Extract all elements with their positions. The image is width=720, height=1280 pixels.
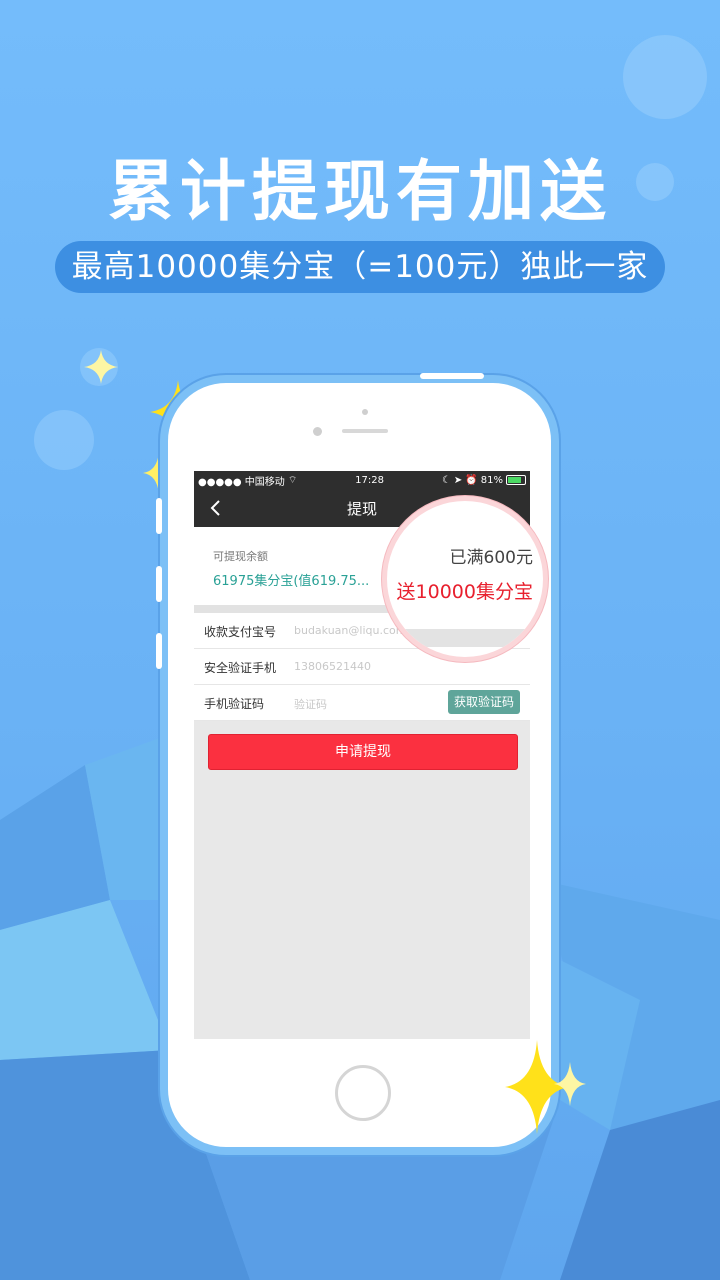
phone-mockup: ●●●●● 中国移动 ⌔ 17:28 ☾ ➤ ⏰ 81% 提现 可提现余额 61… <box>156 373 551 1147</box>
front-sensor <box>362 409 368 415</box>
sms-code-input[interactable]: 验证码 <box>294 696 327 712</box>
sms-code-row[interactable]: 手机验证码 验证码 获取验证码 <box>194 685 530 721</box>
get-code-button[interactable]: 获取验证码 <box>447 690 520 714</box>
apply-withdraw-button[interactable]: 申请提现 <box>208 734 518 770</box>
battery-icon <box>506 475 526 485</box>
back-chevron-icon[interactable] <box>208 499 224 517</box>
bonus-callout: 已满600元 送10000集分宝 <box>382 496 548 662</box>
promo-subline: 最高10000集分宝（=100元）独此一家 <box>55 241 665 293</box>
page-title: 提现 <box>346 499 377 518</box>
location-icon: ➤ <box>453 474 463 486</box>
carrier-label: ●●●●● 中国移动 <box>198 476 285 488</box>
promo-headline: 累计提现有加送 <box>108 153 612 230</box>
callout-bonus: 送10000集分宝 <box>396 581 533 603</box>
sparkle-icon <box>554 1062 586 1106</box>
verify-phone-field[interactable]: 13806521440 <box>294 660 371 673</box>
alipay-account-label: 收款支付宝号 <box>204 625 277 639</box>
callout-threshold: 已满600元 <box>449 548 533 568</box>
wifi-icon: ⌔ <box>287 474 298 486</box>
status-time: 17:28 <box>355 474 384 486</box>
sms-code-label: 手机验证码 <box>204 697 265 711</box>
balance-label: 可提现余额 <box>213 550 268 563</box>
front-camera <box>313 427 322 436</box>
alarm-icon: ⏰ <box>465 474 478 486</box>
moon-icon: ☾ <box>441 474 451 486</box>
battery-percent: 81% <box>480 474 503 486</box>
status-bar: ●●●●● 中国移动 ⌔ 17:28 ☾ ➤ ⏰ 81% <box>194 471 530 489</box>
verify-phone-label: 安全验证手机 <box>204 661 277 675</box>
sparkle-icon <box>84 350 118 384</box>
home-button[interactable] <box>335 1065 391 1121</box>
balance-value: 61975集分宝(值619.75... <box>213 574 370 589</box>
earpiece-speaker <box>342 429 388 433</box>
